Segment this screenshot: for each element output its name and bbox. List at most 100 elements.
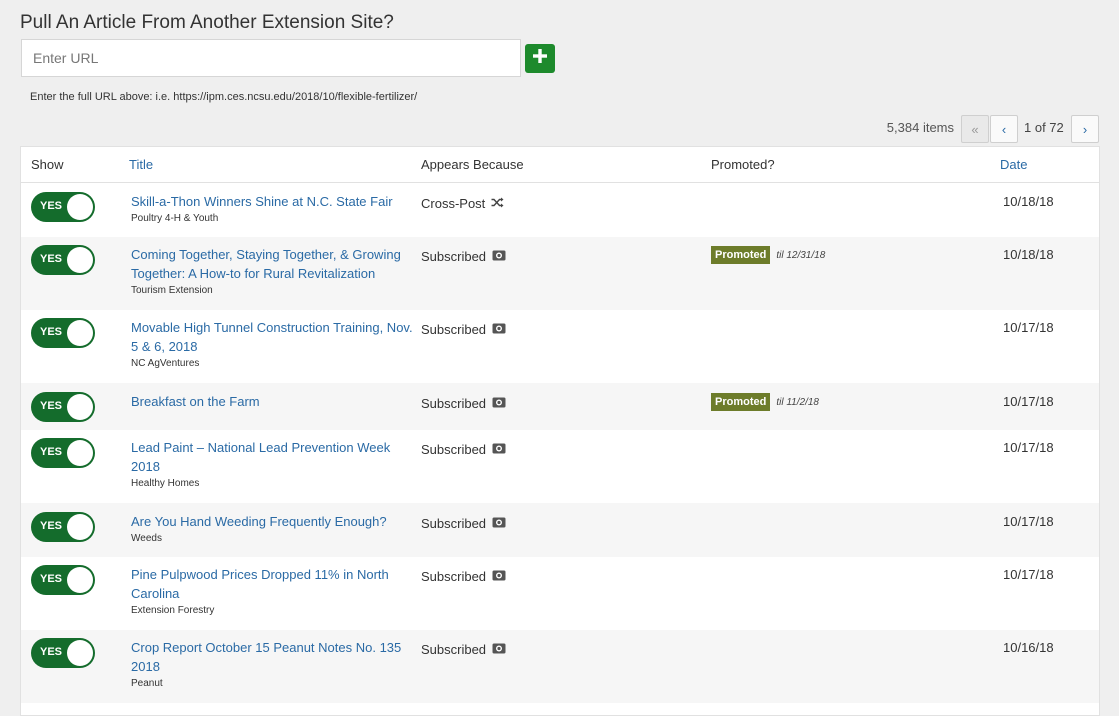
toggle-knob bbox=[67, 514, 93, 540]
appears-because: Subscribed bbox=[421, 442, 506, 457]
page-info: 1 of 72 bbox=[1024, 120, 1064, 135]
show-toggle[interactable]: YES bbox=[31, 638, 95, 668]
appears-because: Subscribed bbox=[421, 249, 506, 264]
toggle-label: YES bbox=[40, 400, 63, 412]
toggle-label: YES bbox=[40, 253, 63, 265]
article-title-link[interactable]: Pine Pulpwood Prices Dropped 11% in Nort… bbox=[131, 565, 416, 603]
table-row: YES Lead Paint – National Lead Prevention… bbox=[21, 430, 1099, 503]
appears-because: Subscribed bbox=[421, 322, 506, 337]
article-date: 10/18/18 bbox=[1003, 194, 1054, 209]
header-promoted: Promoted? bbox=[711, 157, 775, 172]
promoted-badge: Promoted bbox=[711, 246, 771, 264]
table-row: YES Pine Pulpwood Prices Dropped 11% in N… bbox=[21, 557, 1099, 630]
url-hint: Enter the full URL above: i.e. https://i… bbox=[30, 91, 418, 103]
show-toggle[interactable]: YES bbox=[31, 392, 95, 422]
reason-text: Subscribed bbox=[421, 516, 487, 531]
toggle-label: YES bbox=[40, 200, 63, 212]
article-date: 10/17/18 bbox=[1003, 394, 1054, 409]
table-row: YES Crop Report October 15 Peanut Notes N… bbox=[21, 630, 1099, 703]
article-title-link[interactable]: Lead Paint – National Lead Prevention We… bbox=[131, 438, 416, 476]
toggle-label: YES bbox=[40, 573, 63, 585]
article-title-link[interactable]: Breakfast on the Farm bbox=[131, 392, 416, 411]
promoted-until: til 12/31/18 bbox=[776, 249, 826, 261]
article-title-link[interactable]: Skill-a-Thon Winners Shine at N.C. State… bbox=[131, 192, 416, 211]
header-appears-because: Appears Because bbox=[421, 157, 524, 172]
toggle-knob bbox=[67, 640, 93, 666]
show-toggle[interactable]: YES bbox=[31, 245, 95, 275]
appears-because: Subscribed bbox=[421, 569, 506, 584]
toggle-knob bbox=[67, 567, 93, 593]
toggle-knob bbox=[67, 194, 93, 220]
table-row: YES Breakfast on the Farm Subscribed Promot… bbox=[21, 383, 1099, 430]
show-toggle[interactable]: YES bbox=[31, 565, 95, 595]
promoted-badge: Promoted bbox=[711, 393, 771, 411]
article-source: Extension Forestry bbox=[131, 605, 215, 616]
toggle-label: YES bbox=[40, 520, 63, 532]
prev-page-button[interactable]: ‹ bbox=[990, 115, 1018, 143]
subscribed-icon bbox=[486, 249, 506, 264]
subscribed-icon bbox=[486, 322, 506, 337]
table-row: YES Are You Hand Weeding Frequently Enoug… bbox=[21, 503, 1099, 557]
promoted-info: Promoted til 12/31/18 bbox=[711, 246, 825, 264]
next-page-button[interactable]: › bbox=[1071, 115, 1099, 143]
article-title-link[interactable]: Movable High Tunnel Construction Trainin… bbox=[131, 318, 416, 356]
article-date: 10/17/18 bbox=[1003, 514, 1054, 529]
article-date: 10/17/18 bbox=[1003, 320, 1054, 335]
appears-because: Subscribed bbox=[421, 396, 506, 411]
items-count: 5,384 items bbox=[886, 120, 954, 135]
show-toggle[interactable]: YES bbox=[31, 512, 95, 542]
promoted-info: Promoted til 11/2/18 bbox=[711, 393, 819, 411]
toggle-label: YES bbox=[40, 326, 63, 338]
toggle-label: YES bbox=[40, 646, 63, 658]
url-input[interactable] bbox=[21, 39, 521, 77]
toggle-knob bbox=[67, 394, 93, 420]
pull-article-heading: Pull An Article From Another Extension S… bbox=[20, 12, 394, 33]
add-url-button[interactable] bbox=[525, 44, 555, 73]
article-title-link[interactable]: Are You Hand Weeding Frequently Enough? bbox=[131, 512, 416, 531]
reason-text: Subscribed bbox=[421, 322, 487, 337]
subscribed-icon bbox=[486, 442, 506, 457]
header-date-sort[interactable]: Date bbox=[1000, 157, 1027, 172]
reason-text: Subscribed bbox=[421, 442, 487, 457]
subscribed-icon bbox=[486, 516, 506, 531]
plus-icon bbox=[532, 48, 548, 69]
article-title-link[interactable]: Coming Together, Staying Together, & Gro… bbox=[131, 245, 416, 283]
header-show: Show bbox=[31, 157, 64, 172]
article-date: 10/17/18 bbox=[1003, 440, 1054, 455]
reason-text: Subscribed bbox=[421, 569, 487, 584]
toggle-knob bbox=[67, 247, 93, 273]
show-toggle[interactable]: YES bbox=[31, 438, 95, 468]
show-toggle[interactable]: YES bbox=[31, 318, 95, 348]
table-row: YES Coming Together, Staying Together, & … bbox=[21, 237, 1099, 310]
reason-text: Cross-Post bbox=[421, 196, 486, 211]
articles-table: Show Title Appears Because Promoted? Dat… bbox=[20, 146, 1100, 716]
appears-because: Subscribed bbox=[421, 642, 506, 657]
table-row: YES Skill-a-Thon Winners Shine at N.C. St… bbox=[21, 183, 1099, 237]
show-toggle[interactable]: YES bbox=[31, 192, 95, 222]
promoted-until: til 11/2/18 bbox=[776, 396, 819, 408]
subscribed-icon bbox=[486, 396, 506, 411]
article-source: Poultry 4-H & Youth bbox=[131, 213, 219, 224]
shuffle-icon bbox=[485, 196, 504, 211]
reason-text: Subscribed bbox=[421, 396, 487, 411]
toggle-knob bbox=[67, 440, 93, 466]
table-row: YES Movable High Tunnel Construction Trai… bbox=[21, 310, 1099, 383]
toggle-knob bbox=[67, 320, 93, 346]
article-source: NC AgVentures bbox=[131, 358, 200, 369]
table-header: Show Title Appears Because Promoted? Dat… bbox=[21, 147, 1099, 183]
appears-because: Cross-Post bbox=[421, 196, 504, 211]
reason-text: Subscribed bbox=[421, 642, 487, 657]
header-title-sort[interactable]: Title bbox=[129, 157, 153, 172]
article-source: Healthy Homes bbox=[131, 478, 200, 489]
subscribed-icon bbox=[486, 569, 506, 584]
table-body: YES Skill-a-Thon Winners Shine at N.C. St… bbox=[21, 183, 1099, 703]
article-source: Peanut bbox=[131, 678, 163, 689]
article-date: 10/18/18 bbox=[1003, 247, 1054, 262]
first-page-button[interactable]: « bbox=[961, 115, 989, 143]
toggle-label: YES bbox=[40, 446, 63, 458]
article-title-link[interactable]: Crop Report October 15 Peanut Notes No. … bbox=[131, 638, 416, 676]
page: Pull An Article From Another Extension S… bbox=[0, 0, 1119, 716]
appears-because: Subscribed bbox=[421, 516, 506, 531]
subscribed-icon bbox=[486, 642, 506, 657]
article-date: 10/17/18 bbox=[1003, 567, 1054, 582]
